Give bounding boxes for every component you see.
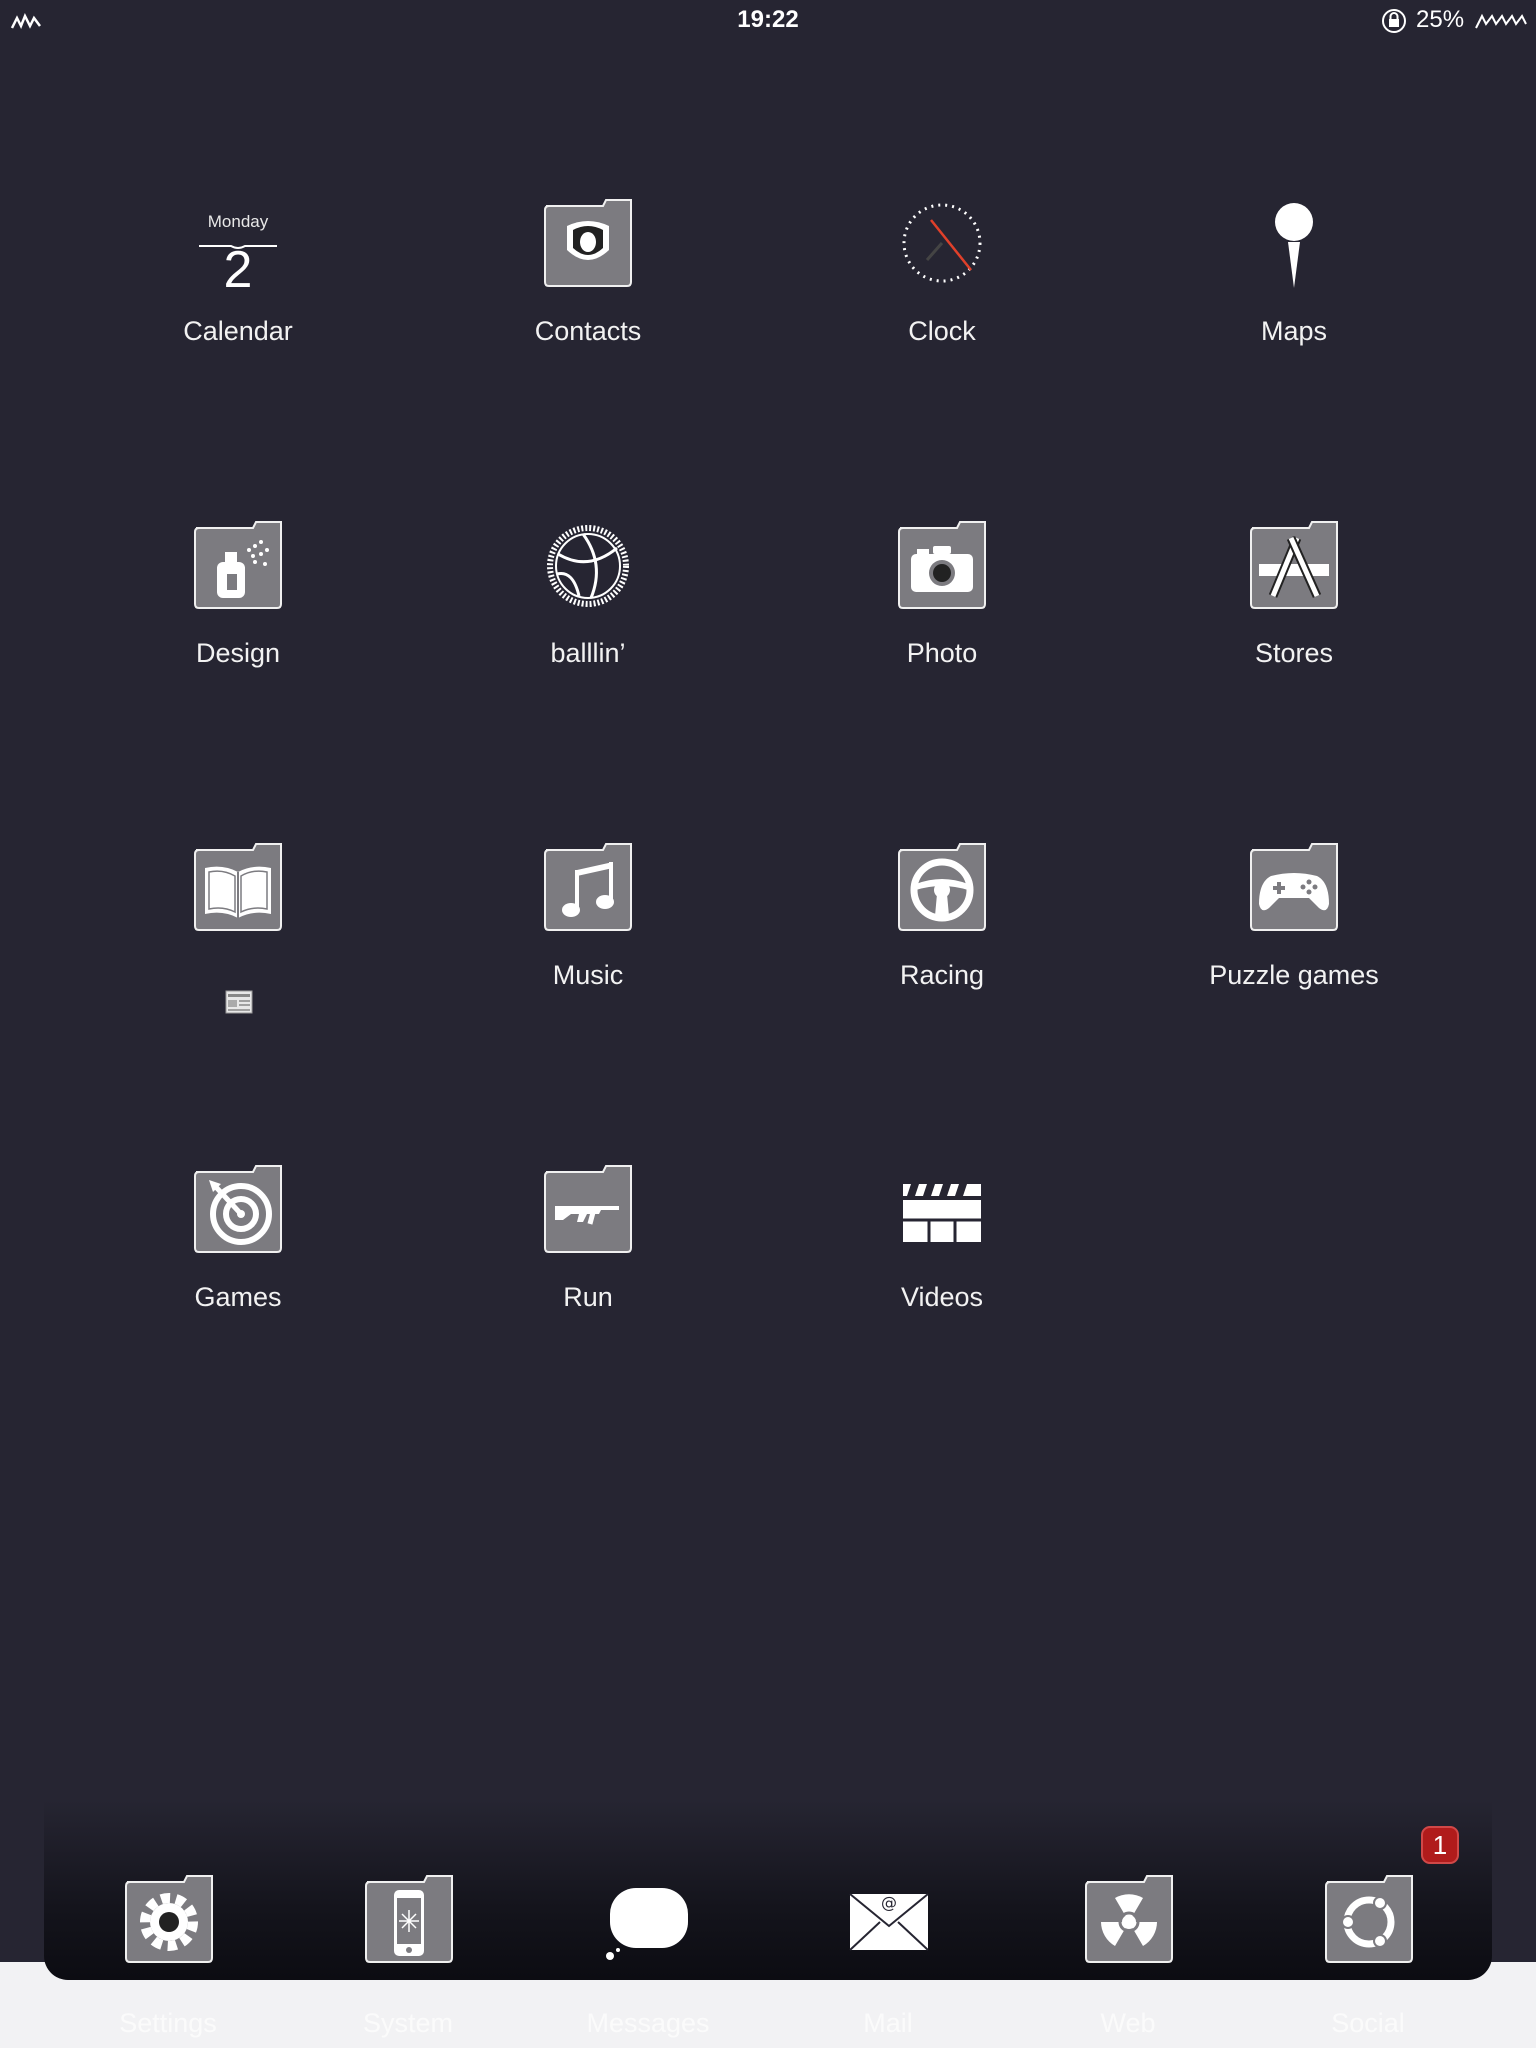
dock-label: Mail — [863, 2008, 913, 2038]
app-clock[interactable]: Clock — [812, 178, 1072, 388]
contacts-folder-icon — [543, 198, 633, 288]
app-games[interactable]: Games — [108, 1144, 368, 1354]
basketball-icon — [543, 520, 633, 610]
app-balllin[interactable]: balllin’ — [458, 500, 718, 710]
dock-label: Messages — [586, 2008, 710, 2038]
book-folder-icon — [193, 842, 283, 932]
spray-can-folder-icon — [193, 520, 283, 610]
clock-icon — [897, 198, 987, 288]
app-label: Music — [552, 960, 624, 990]
app-label: Calendar — [183, 316, 293, 346]
app-newsstand[interactable] — [108, 822, 368, 1032]
calendar-icon: Monday 2 — [193, 198, 283, 298]
app-label: Puzzle games — [1209, 960, 1379, 990]
status-time: 19:22 — [737, 6, 799, 33]
app-label: Design — [195, 638, 281, 668]
app-label: Racing — [899, 960, 985, 990]
app-label: Maps — [1260, 316, 1328, 346]
rotation-lock-icon — [1382, 9, 1406, 33]
battery-icon — [1475, 13, 1527, 29]
music-note-folder-icon — [543, 842, 633, 932]
app-run[interactable]: Run — [458, 1144, 718, 1354]
dock-label: Settings — [119, 2008, 217, 2038]
battery-percent: 25% — [1416, 6, 1465, 33]
dock-social[interactable]: Social — [1248, 1870, 1488, 2040]
notification-badge: 1 — [1421, 1826, 1459, 1864]
dock-messages[interactable]: Messages — [528, 1870, 768, 2040]
app-stores[interactable]: Stores — [1164, 500, 1424, 710]
clapperboard-icon — [897, 1164, 987, 1254]
calendar-weekday: Monday — [207, 212, 269, 231]
svg-text:@: @ — [881, 1893, 897, 1912]
app-videos[interactable]: Videos — [812, 1144, 1072, 1354]
app-label: Photo — [906, 638, 978, 668]
app-music[interactable]: Music — [458, 822, 718, 1032]
speech-bubble-icon — [604, 1874, 694, 1964]
app-puzzle-games[interactable]: Puzzle games — [1164, 822, 1424, 1032]
app-label: Stores — [1254, 638, 1334, 668]
status-bar: 19:22 25% — [0, 0, 1536, 42]
dock-web[interactable]: Web — [1008, 1870, 1248, 2040]
phone-folder-icon — [364, 1874, 454, 1964]
app-racing[interactable]: Racing — [812, 822, 1072, 1032]
app-label: Run — [563, 1282, 613, 1312]
map-pin-icon — [1249, 198, 1339, 288]
app-store-folder-icon — [1249, 520, 1339, 610]
dock-system[interactable]: System — [288, 1870, 528, 2040]
gamepad-folder-icon — [1249, 842, 1339, 932]
app-design[interactable]: Design — [108, 500, 368, 710]
ubuntu-folder-icon — [1324, 1874, 1414, 1964]
envelope-icon: @ — [844, 1874, 934, 1964]
radiation-folder-icon — [1084, 1874, 1174, 1964]
steering-wheel-folder-icon — [897, 842, 987, 932]
app-label: balllin’ — [550, 638, 626, 668]
app-label: Games — [194, 1282, 282, 1312]
rifle-folder-icon — [543, 1164, 633, 1254]
app-label: Videos — [900, 1282, 984, 1312]
dock-settings[interactable]: Settings — [48, 1870, 288, 2040]
app-label: Contacts — [534, 316, 642, 346]
calendar-day: 2 — [223, 241, 253, 299]
app-photo[interactable]: Photo — [812, 500, 1072, 710]
gear-folder-icon — [124, 1874, 214, 1964]
app-contacts[interactable]: Contacts — [458, 178, 718, 388]
dock-label: Social — [1331, 2008, 1405, 2038]
dock-label: System — [362, 2008, 454, 2038]
newspaper-icon — [225, 990, 253, 1014]
dock-label: Web — [1100, 2008, 1156, 2038]
app-label: Clock — [908, 316, 976, 346]
camera-folder-icon — [897, 520, 987, 610]
app-maps[interactable]: Maps — [1164, 178, 1424, 388]
dock-mail[interactable]: @ Mail — [768, 1870, 1008, 2040]
app-calendar[interactable]: Monday 2 Calendar — [108, 178, 368, 388]
target-folder-icon — [193, 1164, 283, 1254]
